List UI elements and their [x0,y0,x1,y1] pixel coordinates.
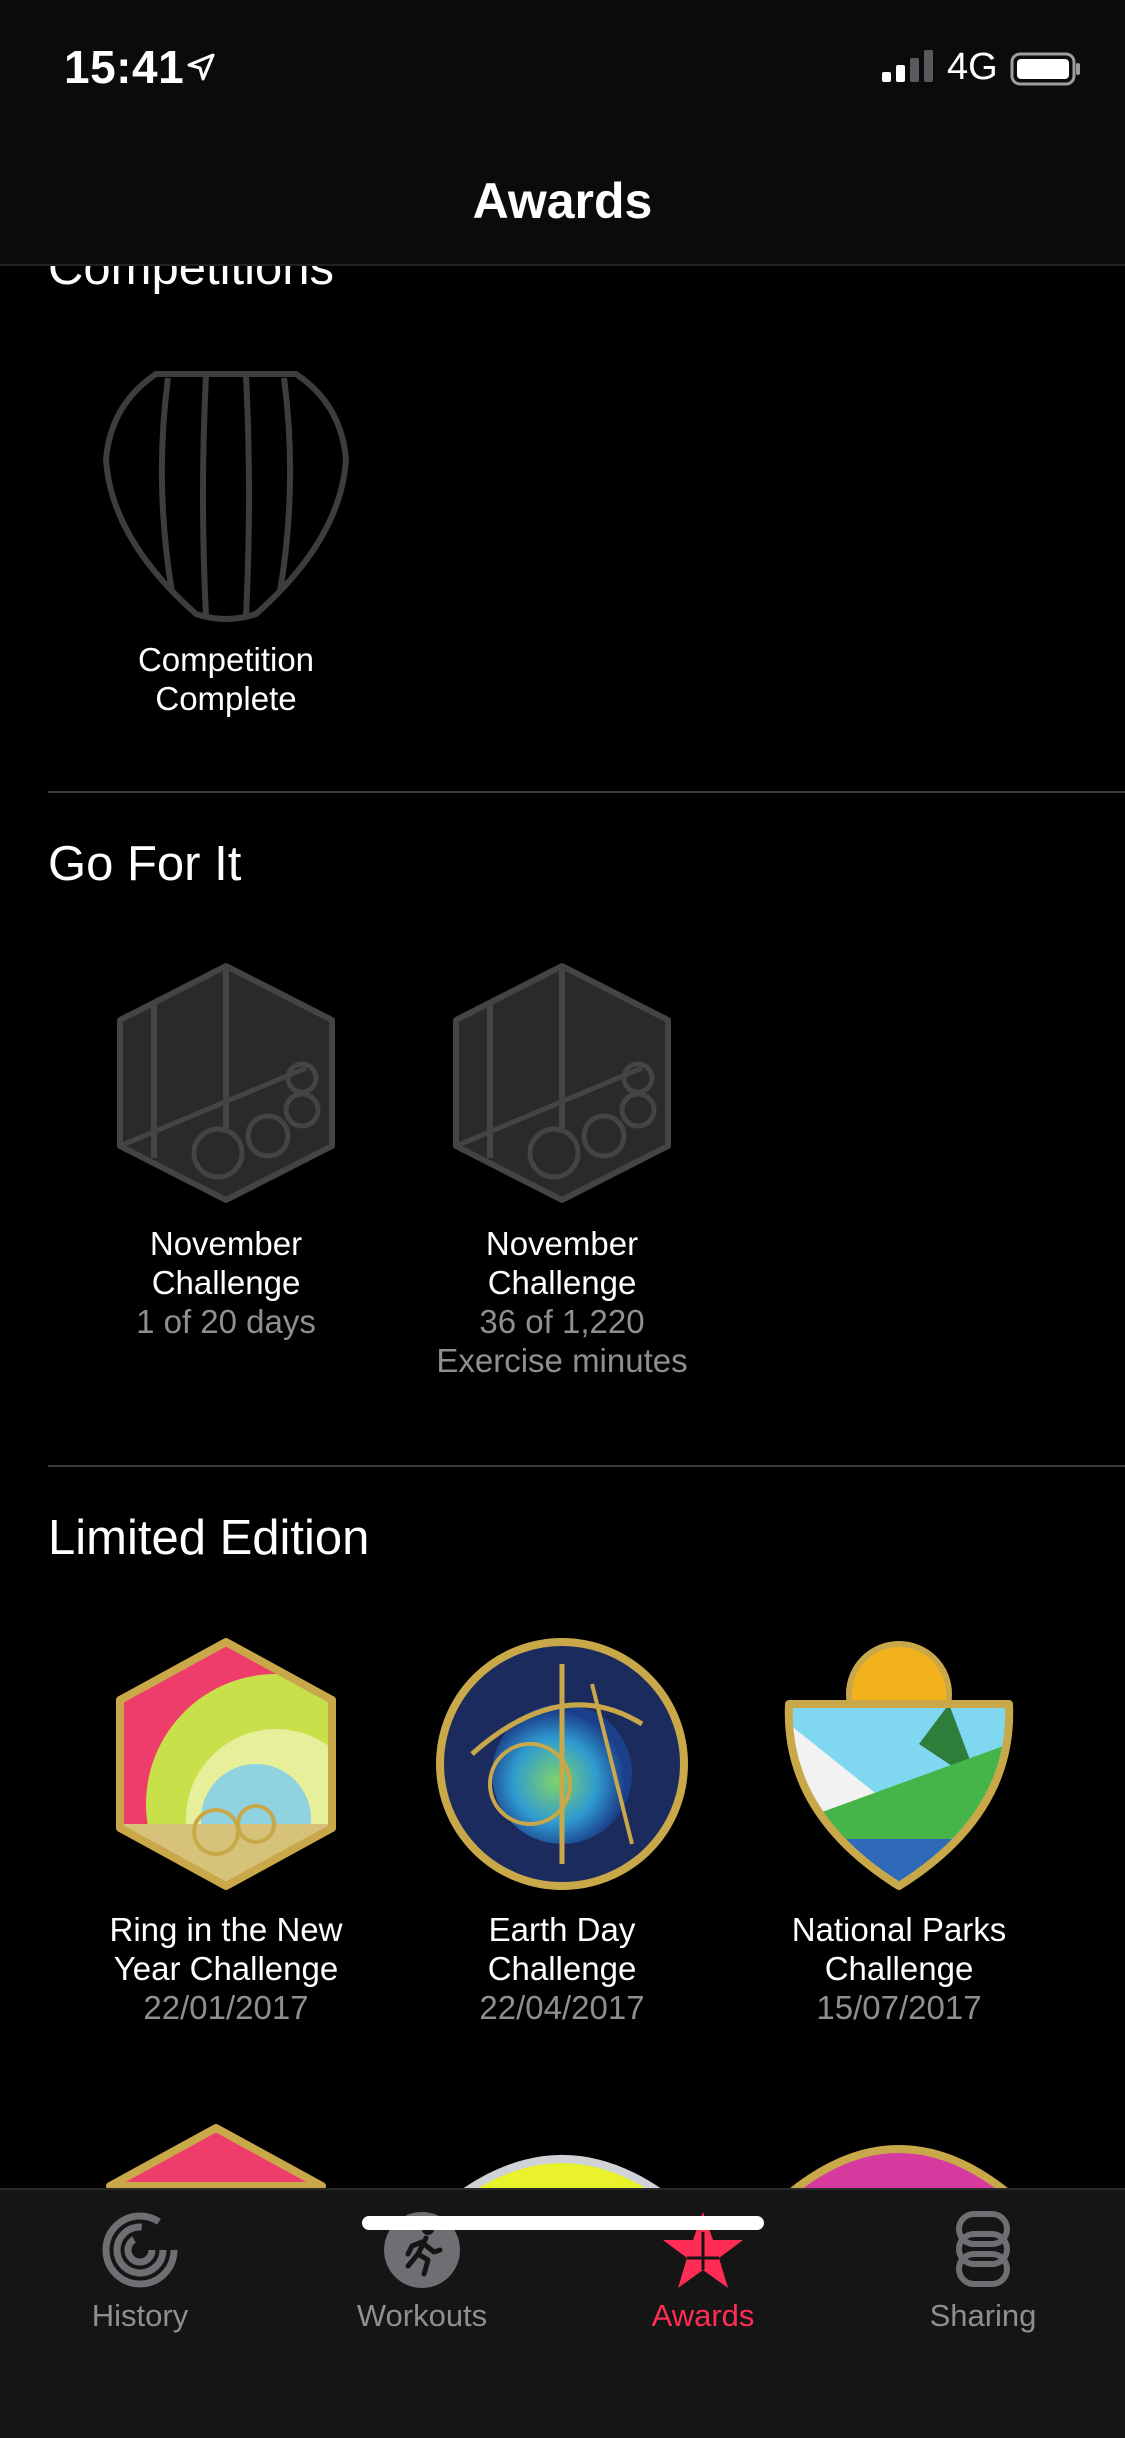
award-earth-day[interactable]: Earth Day Challenge 22/04/2017 [412,1634,712,2027]
award-ring-in-new-year[interactable]: Ring in the New Year Challenge 22/01/201… [76,1634,376,2027]
november-challenge-badge-icon [117,963,335,1203]
award-national-parks[interactable]: National Parks Challenge 15/07/2017 [749,1634,1049,2027]
rings-icon [102,2212,178,2288]
november-challenge-badge-icon [453,963,671,1203]
national-parks-badge-icon [784,1641,1014,1890]
tab-label: Workouts [356,2298,488,2333]
tab-label: Awards [651,2298,755,2333]
status-time: 15:41 [64,41,185,93]
sharing-icon [956,2211,1010,2287]
home-indicator[interactable] [362,2216,764,2230]
award-november-challenge-days[interactable]: November Challenge 1 of 20 days [76,958,376,1341]
award-name: Competition Complete [137,641,315,717]
signal-strength-icon [882,50,933,82]
tab-label: Sharing [929,2298,1037,2333]
section-title-limited-edition: Limited Edition [48,1511,370,1565]
tab-label: History [91,2298,189,2333]
award-name: Earth Day Challenge [487,1911,637,1987]
status-bar: 15:41 4G [0,0,1125,132]
partial-badge-icon[interactable] [779,2124,1019,2188]
award-november-challenge-minutes[interactable]: November Challenge 36 of 1,220 Exercise … [412,958,712,1380]
section-title-go-for-it: Go For It [48,837,242,891]
section-divider [48,791,1125,793]
award-date: 22/01/2017 [143,1989,309,2026]
location-arrow-icon [187,53,215,81]
page-title: Awards [472,173,653,229]
award-competition-complete[interactable]: Competition Complete [76,364,376,718]
award-progress: 1 of 20 days [136,1303,316,1340]
award-progress: 36 of 1,220 Exercise minutes [436,1303,688,1379]
section-divider [48,1465,1125,1467]
partial-badge-icon[interactable] [442,2144,682,2188]
competition-badge-icon [102,371,350,622]
tab-sharing[interactable]: Sharing [883,2210,1083,2334]
earth-day-badge-icon [436,1638,688,1890]
new-year-badge-icon [116,1638,336,1890]
award-name: National Parks Challenge [791,1911,1007,1987]
award-name: November Challenge [485,1225,639,1301]
awards-scroll-content[interactable]: Competitions Competition Complete Go For… [0,0,1125,2188]
tab-history[interactable]: History [40,2210,240,2334]
award-date: 15/07/2017 [816,1989,982,2026]
award-name: Ring in the New Year Challenge [109,1911,343,1987]
award-date: 22/04/2017 [479,1989,645,2026]
award-name: November Challenge [149,1225,303,1301]
battery-icon [1010,52,1080,86]
navigation-bar: Awards [0,132,1125,266]
partial-badge-icon[interactable] [96,2124,336,2188]
network-type: 4G [947,46,998,88]
